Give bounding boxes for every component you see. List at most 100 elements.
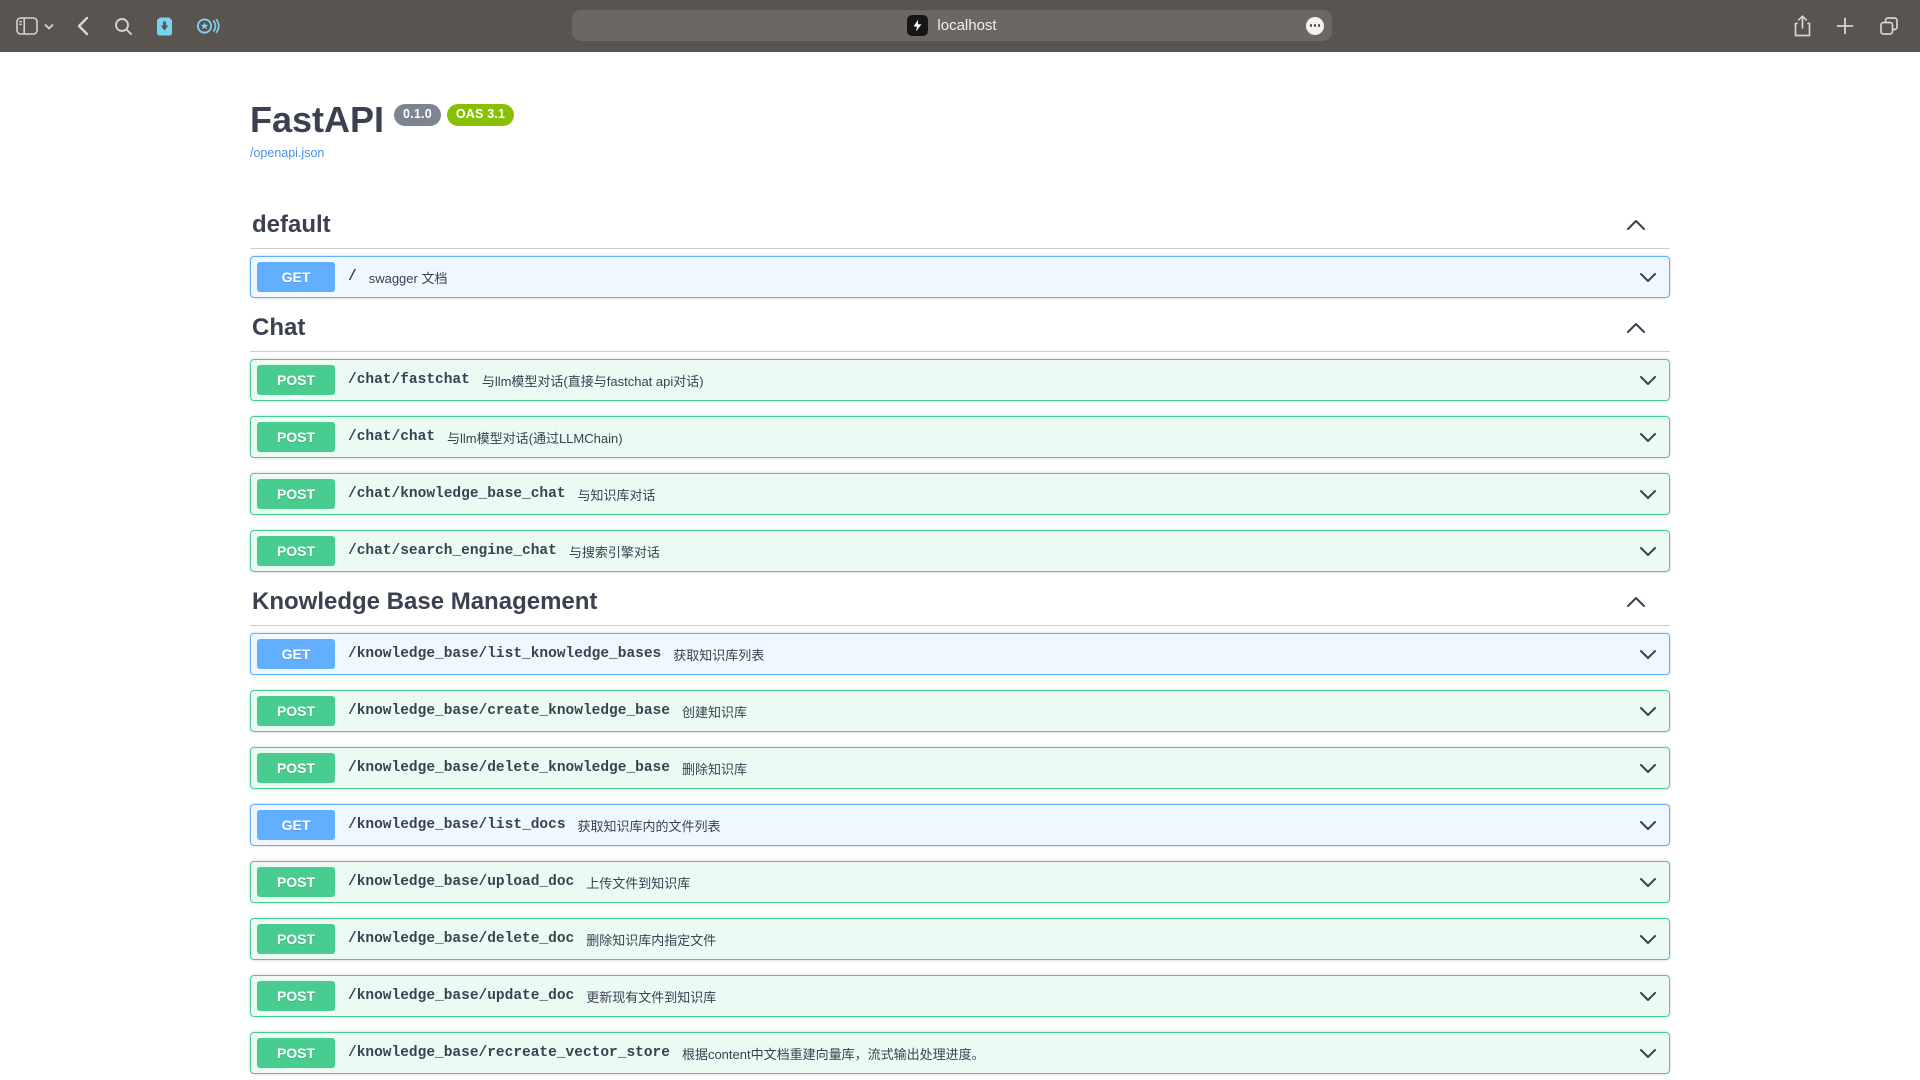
expand-operation-button[interactable] bbox=[1637, 546, 1659, 557]
op-path: /chat/fastchat bbox=[348, 372, 470, 388]
op-path: /knowledge_base/update_doc bbox=[348, 988, 574, 1004]
chevron-down-icon bbox=[1639, 272, 1657, 283]
site-favicon-lightning-icon bbox=[907, 15, 928, 36]
openapi-spec-link[interactable]: /openapi.json bbox=[250, 146, 324, 160]
chevron-up-icon bbox=[1626, 322, 1646, 334]
tag-header[interactable]: Knowledge Base Management bbox=[250, 587, 1670, 626]
expand-operation-button[interactable] bbox=[1637, 1048, 1659, 1059]
operation-summary[interactable]: POST /knowledge_base/update_doc 更新现有文件到知… bbox=[251, 976, 1669, 1016]
chevron-down-icon bbox=[1639, 432, 1657, 443]
operation-summary[interactable]: GET /knowledge_base/list_docs 获取知识库内的文件列… bbox=[251, 805, 1669, 845]
method-badge: GET bbox=[257, 262, 335, 292]
op-summary-text: 更新现有文件到知识库 bbox=[586, 987, 1637, 1006]
expand-operation-button[interactable] bbox=[1637, 272, 1659, 283]
operation-summary[interactable]: POST /knowledge_base/delete_doc 删除知识库内指定… bbox=[251, 919, 1669, 959]
expand-operation-button[interactable] bbox=[1637, 706, 1659, 717]
chevron-down-icon bbox=[1639, 934, 1657, 945]
collapse-section-button[interactable] bbox=[1626, 322, 1646, 334]
op-path: /knowledge_base/recreate_vector_store bbox=[348, 1045, 670, 1061]
tag-header[interactable]: default bbox=[250, 210, 1670, 249]
operation-summary[interactable]: POST /knowledge_base/upload_doc 上传文件到知识库 bbox=[251, 862, 1669, 902]
op-path: / bbox=[348, 269, 357, 285]
back-icon[interactable] bbox=[77, 16, 89, 36]
operation-row: POST /knowledge_base/update_doc 更新现有文件到知… bbox=[250, 975, 1670, 1017]
operation-summary[interactable]: POST /knowledge_base/recreate_vector_sto… bbox=[251, 1033, 1669, 1073]
operation-summary[interactable]: POST /chat/fastchat 与llm模型对话(直接与fastchat… bbox=[251, 360, 1669, 400]
expand-operation-button[interactable] bbox=[1637, 934, 1659, 945]
op-summary-text: 创建知识库 bbox=[682, 702, 1637, 721]
operation-row: POST /chat/chat 与llm模型对话(通过LLMChain) bbox=[250, 416, 1670, 458]
op-path: /knowledge_base/upload_doc bbox=[348, 874, 574, 890]
search-icon[interactable] bbox=[114, 17, 133, 36]
op-path: /chat/knowledge_base_chat bbox=[348, 486, 566, 502]
tabs-overview-icon[interactable] bbox=[1878, 15, 1900, 37]
chevron-up-icon bbox=[1626, 219, 1646, 231]
method-badge: POST bbox=[257, 753, 335, 783]
chevron-up-icon bbox=[1626, 596, 1646, 608]
op-summary-text: 与llm模型对话(直接与fastchat api对话) bbox=[482, 371, 1637, 390]
method-badge: POST bbox=[257, 696, 335, 726]
method-badge: GET bbox=[257, 810, 335, 840]
section-title: Chat bbox=[252, 313, 305, 343]
method-badge: POST bbox=[257, 981, 335, 1011]
page-settings-ellipsis-icon[interactable] bbox=[1306, 17, 1324, 35]
address-text: localhost bbox=[937, 17, 996, 34]
expand-operation-button[interactable] bbox=[1637, 649, 1659, 660]
expand-operation-button[interactable] bbox=[1637, 432, 1659, 443]
extension-star-icon[interactable] bbox=[196, 16, 220, 36]
operation-summary[interactable]: GET / swagger 文档 bbox=[251, 257, 1669, 297]
page-title: FastAPI bbox=[250, 98, 384, 142]
extension-bookmark-icon[interactable] bbox=[154, 16, 175, 37]
expand-operation-button[interactable] bbox=[1637, 820, 1659, 831]
expand-operation-button[interactable] bbox=[1637, 375, 1659, 386]
operation-row: POST /knowledge_base/delete_knowledge_ba… bbox=[250, 747, 1670, 789]
operations: POST /chat/fastchat 与llm模型对话(直接与fastchat… bbox=[250, 352, 1670, 572]
toolbar-left-group bbox=[0, 16, 220, 37]
swagger-ui-page: FastAPI 0.1.0 OAS 3.1 /openapi.json defa… bbox=[250, 98, 1670, 1074]
operation-summary[interactable]: POST /chat/search_engine_chat 与搜索引擎对话 bbox=[251, 531, 1669, 571]
share-icon[interactable] bbox=[1793, 14, 1812, 38]
op-summary-text: 与知识库对话 bbox=[578, 485, 1637, 504]
chevron-down-icon bbox=[1639, 763, 1657, 774]
method-badge: POST bbox=[257, 365, 335, 395]
address-bar[interactable]: localhost bbox=[572, 10, 1332, 41]
operation-summary[interactable]: POST /knowledge_base/create_knowledge_ba… bbox=[251, 691, 1669, 731]
op-summary-text: swagger 文档 bbox=[369, 268, 1637, 287]
operation-row: POST /knowledge_base/upload_doc 上传文件到知识库 bbox=[250, 861, 1670, 903]
collapse-section-button[interactable] bbox=[1626, 219, 1646, 231]
op-summary-text: 根据content中文档重建向量库，流式输出处理进度。 bbox=[682, 1044, 1637, 1063]
new-tab-icon[interactable] bbox=[1836, 17, 1854, 35]
op-summary-text: 获取知识库内的文件列表 bbox=[578, 816, 1637, 835]
operation-row: GET /knowledge_base/list_docs 获取知识库内的文件列… bbox=[250, 804, 1670, 846]
op-path: /knowledge_base/list_docs bbox=[348, 817, 566, 833]
tag-section: default GET / swagger 文档 bbox=[250, 210, 1670, 298]
expand-operation-button[interactable] bbox=[1637, 991, 1659, 1002]
operation-row: GET /knowledge_base/list_knowledge_bases… bbox=[250, 633, 1670, 675]
tag-sections: default GET / swagger 文档 Chat bbox=[250, 210, 1670, 1074]
method-badge: POST bbox=[257, 924, 335, 954]
operation-summary[interactable]: POST /chat/chat 与llm模型对话(通过LLMChain) bbox=[251, 417, 1669, 457]
expand-operation-button[interactable] bbox=[1637, 877, 1659, 888]
expand-operation-button[interactable] bbox=[1637, 489, 1659, 500]
op-path: /knowledge_base/list_knowledge_bases bbox=[348, 646, 661, 662]
api-info: FastAPI 0.1.0 OAS 3.1 /openapi.json bbox=[250, 98, 1670, 162]
method-badge: POST bbox=[257, 536, 335, 566]
op-path: /knowledge_base/create_knowledge_base bbox=[348, 703, 670, 719]
tag-header[interactable]: Chat bbox=[250, 313, 1670, 352]
op-path: /knowledge_base/delete_knowledge_base bbox=[348, 760, 670, 776]
tag-section: Knowledge Base Management GET /knowledge… bbox=[250, 587, 1670, 1074]
collapse-section-button[interactable] bbox=[1626, 596, 1646, 608]
chevron-down-icon bbox=[1639, 489, 1657, 500]
operation-summary[interactable]: GET /knowledge_base/list_knowledge_bases… bbox=[251, 634, 1669, 674]
operation-summary[interactable]: POST /chat/knowledge_base_chat 与知识库对话 bbox=[251, 474, 1669, 514]
tab-group-chevron-icon[interactable] bbox=[44, 23, 54, 30]
expand-operation-button[interactable] bbox=[1637, 763, 1659, 774]
sidebar-toggle-icon[interactable] bbox=[16, 17, 38, 35]
oas-badge: OAS 3.1 bbox=[447, 104, 514, 126]
operation-row: GET / swagger 文档 bbox=[250, 256, 1670, 298]
method-badge: GET bbox=[257, 639, 335, 669]
op-path: /chat/search_engine_chat bbox=[348, 543, 557, 559]
chevron-down-icon bbox=[1639, 375, 1657, 386]
operation-summary[interactable]: POST /knowledge_base/delete_knowledge_ba… bbox=[251, 748, 1669, 788]
op-summary-text: 获取知识库列表 bbox=[673, 645, 1637, 664]
